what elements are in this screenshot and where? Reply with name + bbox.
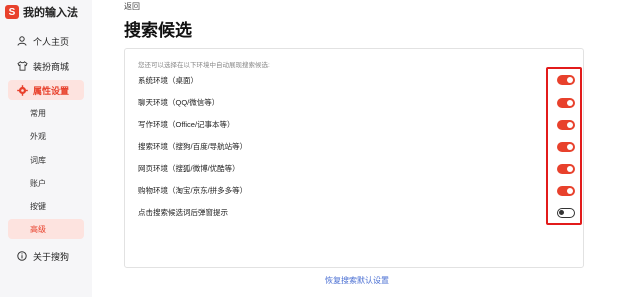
setting-label-writing: 写作环境（Office/记事本等） [138,120,235,129]
setting-label-search: 搜索环境（搜狗/百度/导航站等） [138,142,248,151]
sidebar-sub-item-general[interactable]: 常用 [8,103,84,123]
toggle-web[interactable] [557,164,575,174]
sidebar-sub-item-label: 高级 [30,224,46,234]
toggle-chat[interactable] [557,98,575,108]
sidebar-item-skin-store[interactable]: 装扮商城 [8,56,84,76]
sidebar-item-settings[interactable]: 属性设置 [8,80,84,100]
panel-hint: 您还可以选择在以下环境中自动展现搜索候选: [138,62,270,69]
setting-label-web: 网页环境（搜狐/微博/优酷等） [138,164,240,173]
setting-label-chat: 聊天环境（QQ/微信等） [138,98,220,107]
setting-label-desktop: 系统环境（桌面） [138,76,198,85]
shirt-icon [16,60,28,72]
setting-label-popup-tip: 点击搜索候选词后弹窗提示 [138,208,228,217]
brand: S 我的输入法 [5,2,78,22]
toggle-desktop[interactable] [557,75,575,85]
toggle-popup-tip[interactable] [557,208,575,218]
sidebar-sub-item-label: 按键 [30,201,46,211]
toggle-shopping[interactable] [557,186,575,196]
sidebar-item-label: 关于搜狗 [33,251,70,262]
sidebar-sub-item-label: 外观 [30,131,46,141]
toggle-writing[interactable] [557,120,575,130]
sogou-logo-icon: S [5,5,19,19]
back-link[interactable]: 返回 [124,1,140,12]
sidebar-sub-item-label: 常用 [30,108,46,118]
sidebar-item-about[interactable]: 关于搜狗 [8,246,84,266]
toggle-search[interactable] [557,142,575,152]
info-icon [16,250,28,262]
sidebar-item-profile[interactable]: 个人主页 [8,31,84,51]
sidebar: S 我的输入法 个人主页 装扮商城 属性设置 常用 外观 词库 账户 按键 高级… [0,0,92,297]
sidebar-sub-item-keys[interactable]: 按键 [8,196,84,216]
sidebar-sub-item-label: 词库 [30,155,46,165]
gear-icon [16,84,28,96]
page-title: 搜索候选 [124,21,192,40]
sidebar-sub-item-appearance[interactable]: 外观 [8,126,84,146]
sidebar-sub-item-account[interactable]: 账户 [8,173,84,193]
setting-label-shopping: 购物环境（淘宝/京东/拼多多等） [138,186,248,195]
sidebar-item-label: 装扮商城 [33,61,70,72]
sidebar-sub-item-dictionary[interactable]: 词库 [8,150,84,170]
sidebar-sub-item-advanced[interactable]: 高级 [8,219,84,239]
settings-panel: 您还可以选择在以下环境中自动展现搜索候选: 系统环境（桌面） 聊天环境（QQ/微… [124,48,584,268]
sidebar-sub-item-label: 账户 [30,178,46,188]
sidebar-item-label: 属性设置 [33,85,70,96]
person-icon [16,35,28,47]
sidebar-item-label: 个人主页 [33,36,70,47]
restore-defaults-link[interactable]: 恢复搜索默认设置 [325,275,389,286]
brand-title: 我的输入法 [23,7,78,19]
